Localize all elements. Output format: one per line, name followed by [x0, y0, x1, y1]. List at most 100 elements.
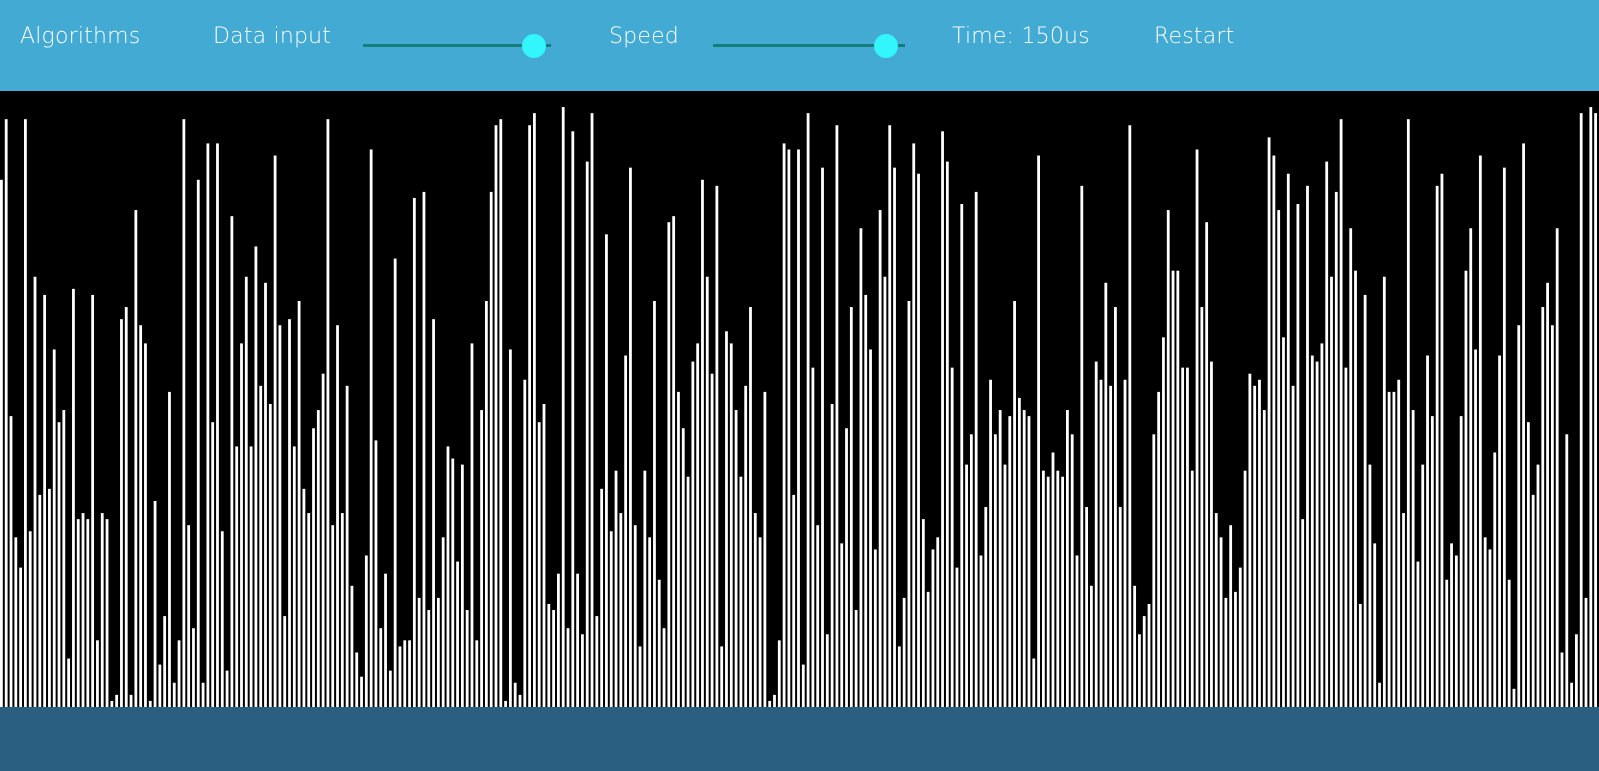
- array-bar: [1186, 367, 1189, 707]
- array-bar: [144, 343, 147, 707]
- array-bar: [460, 464, 464, 707]
- array-bar: [182, 119, 186, 707]
- array-bar: [1349, 228, 1353, 707]
- array-bar: [744, 385, 748, 707]
- array-bar: [480, 410, 483, 707]
- array-bar: [633, 525, 637, 707]
- array-bar: [1464, 270, 1468, 707]
- array-bar: [1296, 204, 1300, 707]
- array-bar: [657, 579, 661, 707]
- array-bar: [1570, 682, 1573, 707]
- array-bar: [1320, 343, 1324, 707]
- array-bar: [273, 155, 277, 707]
- array-bar: [388, 670, 392, 707]
- array-bar: [1041, 470, 1045, 707]
- array-bar: [902, 597, 906, 707]
- array-bar: [283, 616, 287, 707]
- data-input-slider[interactable]: [363, 34, 551, 58]
- array-bar: [427, 610, 431, 707]
- array-bar: [1003, 464, 1007, 707]
- array-bar: [278, 325, 282, 707]
- array-bar: [1056, 470, 1060, 707]
- array-bar: [1330, 276, 1333, 707]
- array-bar: [1253, 385, 1257, 707]
- algorithms-menu[interactable]: Algorithms: [20, 24, 140, 49]
- array-bar: [1445, 579, 1449, 707]
- array-bar: [163, 616, 167, 707]
- array-bar: [965, 464, 968, 707]
- array-bar: [629, 167, 632, 707]
- array-bar: [484, 300, 488, 707]
- array-bar: [192, 628, 195, 707]
- array-bar: [821, 167, 824, 707]
- array-bar: [465, 610, 469, 707]
- array-bar: [518, 694, 522, 707]
- array-bar: [91, 294, 95, 707]
- array-bar: [1507, 579, 1511, 707]
- array-bar: [326, 119, 330, 707]
- array-bar: [600, 488, 604, 707]
- array-bar: [921, 519, 925, 707]
- array-bar: [1133, 585, 1137, 707]
- speed-slider[interactable]: [713, 34, 905, 58]
- array-bar: [1162, 337, 1165, 707]
- array-bar: [86, 519, 90, 707]
- array-bar: [811, 367, 815, 707]
- array-bar: [499, 119, 503, 707]
- array-bar: [24, 119, 27, 707]
- array-bar: [854, 610, 858, 707]
- array-bar: [1099, 379, 1103, 707]
- array-bar: [57, 422, 61, 707]
- array-bar: [787, 149, 791, 707]
- array-bar: [52, 349, 56, 707]
- array-bar: [187, 525, 191, 707]
- array-bar: [432, 319, 435, 707]
- speed-slider-thumb[interactable]: [873, 34, 898, 58]
- data-input-label: Data input: [213, 24, 332, 49]
- array-bar: [115, 694, 119, 707]
- array-bar: [571, 131, 575, 707]
- array-bar: [1450, 543, 1453, 707]
- array-bar: [1118, 507, 1122, 707]
- array-bar: [1522, 143, 1525, 707]
- array-bar: [945, 161, 949, 707]
- array-bar: [984, 507, 988, 707]
- array-bar: [729, 343, 733, 707]
- array-bar: [720, 646, 724, 707]
- array-bar: [1454, 555, 1458, 707]
- array-bar: [907, 300, 911, 707]
- array-bar: [749, 307, 752, 707]
- array-bar: [244, 276, 248, 707]
- array-bar: [72, 288, 75, 707]
- array-bar: [619, 513, 623, 707]
- array-bar: [1085, 507, 1089, 707]
- bar-chart: [0, 107, 1597, 707]
- array-bar: [1234, 591, 1237, 707]
- array-bar: [797, 149, 800, 707]
- array-bar: [1387, 391, 1391, 707]
- restart-button[interactable]: Restart: [1154, 24, 1234, 49]
- array-bar: [1090, 585, 1093, 707]
- array-bar: [528, 125, 531, 707]
- array-bar: [605, 234, 608, 707]
- array-bar: [1205, 222, 1209, 707]
- array-bar: [1488, 549, 1492, 707]
- array-bar: [1229, 525, 1233, 707]
- array-bar: [624, 355, 628, 707]
- array-bar: [1531, 494, 1535, 707]
- array-bar: [1243, 470, 1247, 707]
- array-bar: [1363, 294, 1367, 707]
- array-bar: [590, 113, 594, 707]
- array-bar: [561, 107, 565, 707]
- array-bar: [801, 664, 805, 707]
- array-bar: [1128, 125, 1132, 707]
- array-bar: [1325, 161, 1329, 707]
- array-bar: [19, 567, 23, 707]
- array-bar: [835, 125, 839, 707]
- array-bar: [1094, 361, 1098, 707]
- array-bar: [321, 373, 325, 707]
- data-input-slider-thumb[interactable]: [522, 34, 547, 58]
- array-bar: [576, 573, 580, 707]
- array-bar: [302, 488, 306, 707]
- array-bar: [585, 161, 589, 707]
